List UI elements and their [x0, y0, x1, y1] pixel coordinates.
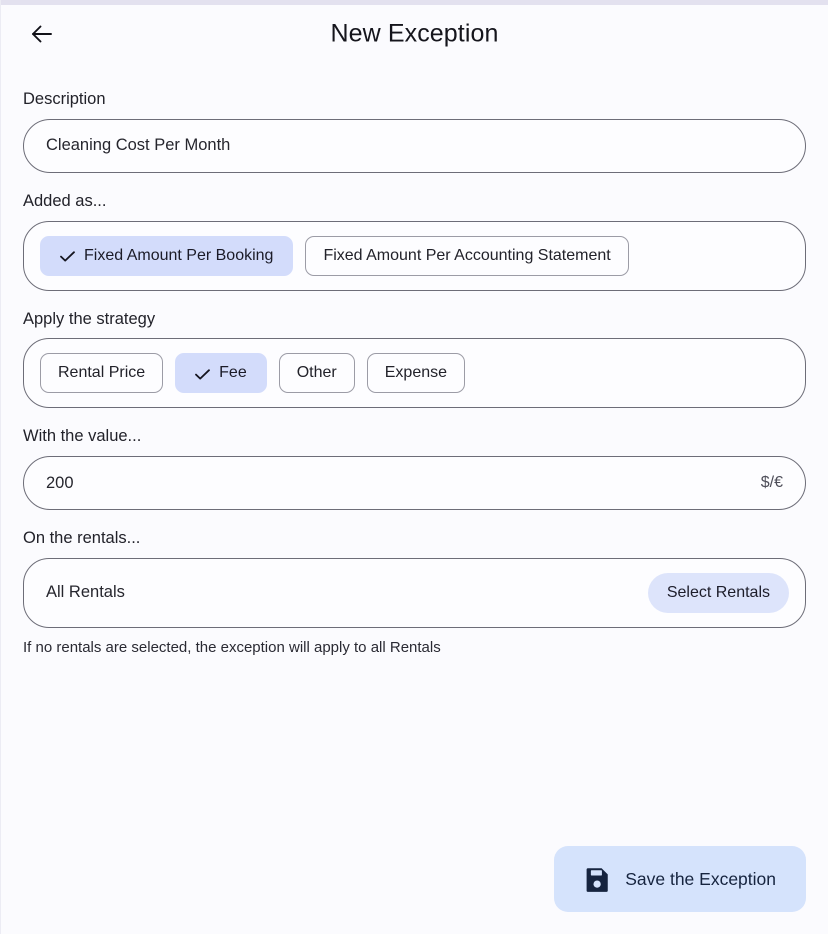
arrow-left-icon: [29, 21, 55, 47]
option-label: Fee: [219, 364, 247, 382]
back-button[interactable]: [23, 15, 61, 53]
footer-actions: Save the Exception: [554, 846, 806, 912]
select-rentals-button[interactable]: Select Rentals: [647, 572, 789, 613]
rentals-label: On the rentals...: [23, 529, 141, 548]
strategy-label: Apply the strategy: [23, 309, 156, 328]
added-as-option-fixed-amount-per-accounting-statement[interactable]: Fixed Amount Per Accounting Statement: [305, 235, 629, 276]
page-header: New Exception: [1, 0, 828, 68]
added-as-option-group: Fixed Amount Per Booking Fixed Amount Pe…: [23, 220, 806, 291]
strategy-option-fee[interactable]: Fee: [175, 353, 267, 394]
app-screen: New Exception Description Added as... F: [0, 0, 828, 934]
option-label: Fixed Amount Per Booking: [84, 246, 274, 264]
save-button-label: Save the Exception: [625, 868, 776, 889]
floppy-disk-save-icon: [584, 867, 609, 892]
rentals-field-block: On the rentals... All Rentals Select Ren…: [23, 529, 806, 656]
description-input-shell[interactable]: [23, 118, 806, 173]
check-icon: [60, 250, 75, 262]
value-input-shell[interactable]: $/€: [23, 456, 806, 511]
option-label: Other: [296, 364, 337, 382]
exception-form: Description Added as... Fixed Amount Per…: [1, 68, 828, 656]
option-label: Rental Price: [58, 364, 146, 382]
strategy-option-other[interactable]: Other: [278, 353, 355, 394]
option-label: Fixed Amount Per Accounting Statement: [323, 246, 611, 264]
rentals-selector-shell: All Rentals Select Rentals: [23, 557, 806, 628]
strategy-option-rental-price[interactable]: Rental Price: [40, 353, 164, 394]
added-as-field-block: Added as... Fixed Amount Per Booking Fix…: [23, 192, 806, 291]
currency-suffix: $/€: [760, 474, 783, 492]
page-title: New Exception: [330, 19, 499, 48]
value-field-block: With the value... $/€: [23, 427, 806, 511]
option-label: Expense: [384, 364, 448, 382]
value-label: With the value...: [23, 427, 142, 446]
description-input[interactable]: [46, 136, 783, 156]
description-field-block: Description: [23, 90, 806, 173]
save-exception-button[interactable]: Save the Exception: [554, 846, 806, 912]
strategy-option-expense[interactable]: Expense: [366, 353, 466, 394]
check-icon: [195, 368, 211, 380]
rentals-helper-text: If no rentals are selected, the exceptio…: [23, 638, 441, 656]
description-label: Description: [23, 90, 106, 108]
rentals-summary-text: All Rentals: [46, 583, 125, 602]
added-as-option-fixed-amount-per-booking[interactable]: Fixed Amount Per Booking: [40, 235, 294, 276]
added-as-label: Added as...: [23, 191, 107, 210]
strategy-option-group: Rental Price Fee Other Expense: [23, 338, 806, 409]
strategy-field-block: Apply the strategy Rental Price Fee Othe…: [23, 310, 806, 409]
value-input[interactable]: [46, 473, 751, 493]
